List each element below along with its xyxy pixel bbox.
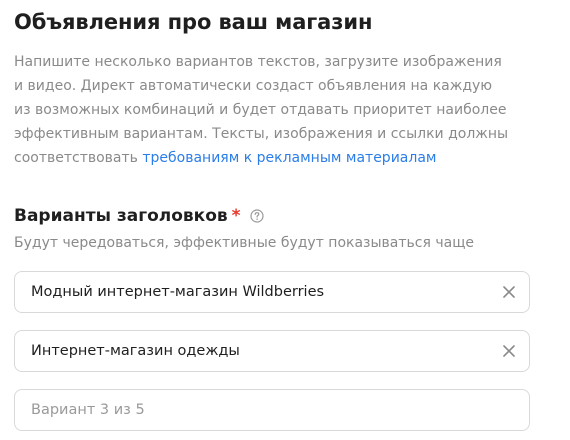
requirements-link[interactable]: требованиям к рекламным материалам [142,150,436,166]
section-title: Объявления про ваш магазин [14,10,373,34]
headline-input-3[interactable] [15,390,529,430]
close-icon [503,286,515,298]
description-line: эффективным вариантам. Тексты, изображен… [14,126,509,142]
headline-input-2-box [14,330,530,372]
clear-headline-1-button[interactable] [489,272,529,312]
description-last-prefix: соответствовать [14,150,143,166]
headline-input-3-box [14,389,530,431]
headlines-hint: Будут чередоваться, эффективные будут по… [14,235,475,251]
headline-input-1-box [14,271,530,313]
section-description: Напишите несколько вариантов текстов, за… [14,50,514,170]
description-line: из возможных комбинаций и будет отдавать… [14,102,507,118]
description-line: Напишите несколько вариантов текстов, за… [14,54,502,70]
description-line: и видео. Директ автоматически создаст об… [14,78,493,94]
clear-headline-2-button[interactable] [489,331,529,371]
headline-input-1[interactable] [15,272,489,312]
close-icon [503,345,515,357]
description-line: соответствовать требованиям к рекламным … [14,146,514,170]
headline-input-2[interactable] [15,331,489,371]
headlines-title: Варианты заголовков [14,206,228,226]
required-mark: * [231,206,241,226]
headlines-title-row: Варианты заголовков * [14,206,264,226]
question-circle-icon[interactable] [249,209,264,223]
